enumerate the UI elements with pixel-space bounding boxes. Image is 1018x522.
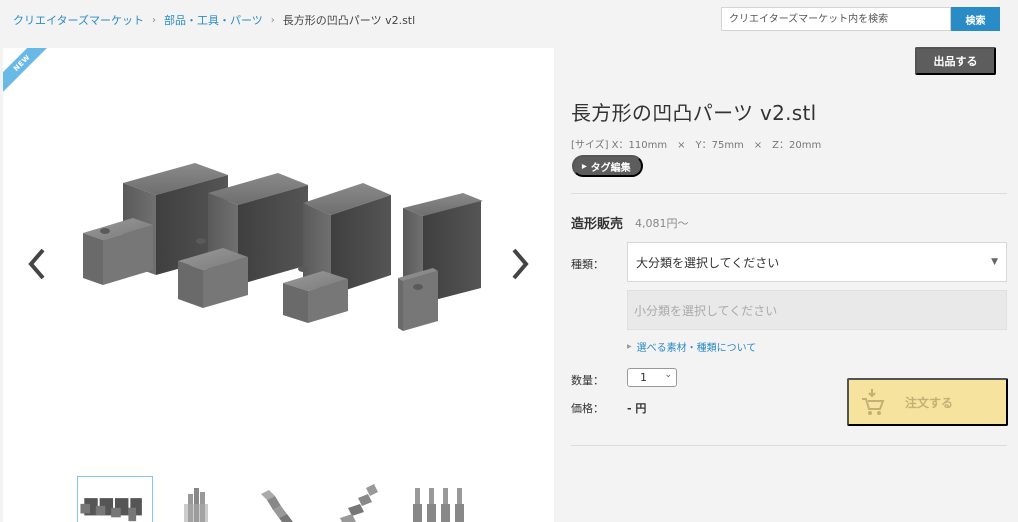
divider <box>571 193 1007 194</box>
divider <box>571 445 1007 446</box>
breadcrumb-separator: › <box>270 14 275 26</box>
product-gallery: NEW <box>3 48 554 522</box>
thumbnail-3[interactable] <box>239 476 315 522</box>
materials-link-label: 選べる素材・種類について <box>636 343 757 354</box>
previous-image-button[interactable] <box>23 244 51 284</box>
tag-edit-button[interactable]: ▶ タグ編集 <box>572 155 643 177</box>
thumbnail-2[interactable] <box>158 476 234 522</box>
materials-link[interactable]: ▶ 選べる素材・種類について <box>627 339 756 354</box>
thumbnail-image <box>261 490 293 522</box>
thumbnail-5[interactable] <box>401 476 477 522</box>
breadcrumb-separator: › <box>152 14 157 26</box>
type-label: 種類： <box>571 258 604 271</box>
search-input[interactable] <box>721 7 951 31</box>
thumbnail-image <box>413 488 464 522</box>
new-badge: NEW <box>3 48 59 100</box>
chevron-down-icon: ⌄ <box>664 370 672 380</box>
dropdown-arrow-icon: ▼ <box>991 257 998 267</box>
chevron-left-icon <box>28 248 45 280</box>
order-button-label: 注文する <box>905 395 954 410</box>
thumbnail-image <box>340 484 378 522</box>
thumbnail-1[interactable] <box>77 476 153 522</box>
product-size: [サイズ] X：110mm × Y：75mm × Z：20mm <box>571 140 822 151</box>
breadcrumb-current: 長方形の凹凸パーツ v2.stl <box>282 14 416 27</box>
quantity-select[interactable]: 1 ⌄ <box>627 368 677 387</box>
breadcrumb-link-category[interactable]: 部品・工具・パーツ <box>164 12 263 28</box>
thumbnail-image <box>184 488 208 522</box>
product-title: 長方形の凹凸パーツ v2.stl <box>571 101 817 125</box>
chevron-right-icon <box>512 248 529 280</box>
caret-right-icon: ▶ <box>627 343 632 350</box>
sale-price: 4,081円〜 <box>635 217 689 230</box>
next-image-button[interactable] <box>506 244 534 284</box>
category-select[interactable]: 大分類を選択してください ▼ <box>627 242 1007 282</box>
breadcrumb-link-market[interactable]: クリエイターズマーケット <box>13 12 144 28</box>
thumbnail-4[interactable] <box>320 476 396 522</box>
quantity-value: 1 <box>640 371 647 384</box>
breadcrumb: クリエイターズマーケット › 部品・工具・パーツ › 長方形の凹凸パーツ v2.… <box>13 12 415 28</box>
order-button[interactable]: 注文する <box>847 378 1008 426</box>
tag-edit-label: タグ編集 <box>590 162 631 174</box>
search-button[interactable]: 検索 <box>951 7 1000 31</box>
subcategory-select[interactable]: 小分類を選択してください <box>627 290 1007 330</box>
product-main-image <box>83 163 483 331</box>
listing-button[interactable]: 出品する <box>915 47 996 75</box>
cart-icon <box>862 389 885 415</box>
caret-right-icon: ▶ <box>582 163 587 170</box>
subcategory-select-value: 小分類を選択してください <box>634 303 778 318</box>
thumbnail-image <box>80 498 142 522</box>
thumbnail-strip <box>77 476 482 522</box>
category-select-value: 大分類を選択してください <box>636 255 780 270</box>
sale-label: 造形販売 <box>571 217 624 232</box>
price-label: 価格： <box>571 402 604 415</box>
quantity-label: 数量： <box>571 374 604 387</box>
price-value: - 円 <box>627 402 647 415</box>
